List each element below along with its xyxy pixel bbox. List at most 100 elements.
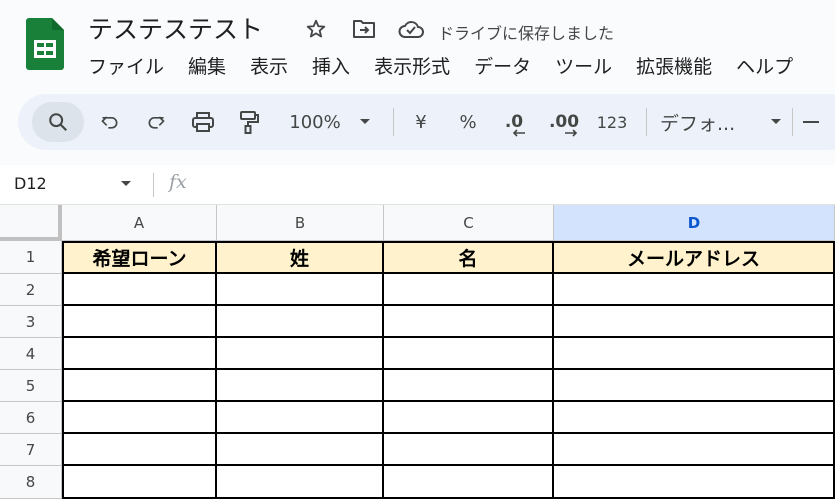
currency-label: ¥	[415, 111, 427, 133]
formula-bar: D12 fx	[0, 165, 835, 205]
row-header-7[interactable]: 7	[0, 434, 62, 466]
table-cell[interactable]	[554, 274, 835, 306]
table-cell[interactable]	[62, 434, 217, 466]
table-cell[interactable]	[554, 370, 835, 402]
table-cell[interactable]	[384, 274, 554, 306]
zoom-value: 100%	[289, 111, 341, 133]
chevron-down-icon	[359, 119, 370, 124]
undo-icon	[101, 116, 118, 129]
print-button[interactable]	[186, 102, 220, 142]
arrow-right-icon	[565, 129, 578, 137]
menu-tools[interactable]: ツール	[555, 52, 612, 80]
decrease-font-size-button[interactable]	[798, 102, 824, 142]
column-header-d[interactable]: D	[554, 205, 835, 241]
cell-d1[interactable]: メールアドレス	[554, 241, 835, 274]
chevron-down-icon	[771, 119, 781, 124]
move-folder-icon[interactable]	[351, 16, 377, 42]
increase-decimal-button[interactable]: .00	[544, 102, 584, 142]
table-cell[interactable]	[62, 338, 217, 370]
table-cell[interactable]	[217, 338, 384, 370]
font-name: デフォ...	[660, 112, 736, 135]
percent-label: %	[459, 111, 477, 133]
star-icon[interactable]	[303, 16, 329, 42]
table-cell[interactable]	[62, 274, 217, 306]
row-header-8[interactable]: 8	[0, 466, 62, 499]
row-header-3[interactable]: 3	[0, 306, 62, 338]
sheets-logo-icon[interactable]	[26, 18, 64, 70]
column-header-a[interactable]: A	[62, 205, 217, 241]
spreadsheet-grid: A B C D 1 2 3 4 5 6 7 8 希望ローン 姓 名 メールアドレ…	[0, 205, 835, 499]
chevron-down-icon[interactable]	[120, 180, 132, 188]
undo-button[interactable]	[94, 102, 126, 142]
menu-help[interactable]: ヘルプ	[736, 52, 793, 80]
table-cell[interactable]	[217, 370, 384, 402]
menubar: ファイル 編集 表示 挿入 表示形式 データ ツール 拡張機能 ヘルプ	[88, 52, 817, 80]
paint-format-button[interactable]	[232, 102, 266, 142]
paint-format-icon	[240, 111, 259, 134]
table-cell[interactable]	[217, 274, 384, 306]
toolbar-divider	[792, 108, 793, 136]
table-cell[interactable]	[217, 466, 384, 499]
save-status: ドライブに保存しました	[438, 24, 615, 43]
table-cell[interactable]	[384, 466, 554, 499]
menu-data[interactable]: データ	[474, 52, 531, 80]
toolbar-divider	[393, 108, 394, 136]
fx-icon: fx	[169, 171, 187, 193]
table-cell[interactable]	[62, 402, 217, 434]
menu-view[interactable]: 表示	[250, 52, 288, 80]
toolbar-divider	[646, 108, 647, 136]
cell-b1[interactable]: 姓	[217, 241, 384, 274]
menu-extensions[interactable]: 拡張機能	[636, 52, 712, 80]
cloud-saved-icon[interactable]	[398, 16, 424, 42]
arrow-left-icon	[512, 129, 525, 137]
currency-format-button[interactable]: ¥	[406, 102, 436, 142]
table-cell[interactable]	[554, 466, 835, 499]
minus-icon	[803, 121, 819, 123]
row-header-6[interactable]: 6	[0, 402, 62, 434]
menu-file[interactable]: ファイル	[88, 52, 164, 80]
search-icon	[49, 113, 68, 132]
cell-c1[interactable]: 名	[384, 241, 554, 274]
table-cell[interactable]	[217, 434, 384, 466]
formula-divider	[153, 173, 154, 197]
decrease-decimal-button[interactable]: .0	[496, 102, 532, 142]
redo-button[interactable]	[140, 102, 172, 142]
print-icon	[192, 112, 214, 132]
table-cell[interactable]	[554, 402, 835, 434]
toolbar: 100% ¥ % .0 .00 123 デフォ...	[18, 94, 835, 150]
number-format-label: 123	[596, 112, 628, 132]
percent-format-button[interactable]: %	[453, 102, 483, 142]
redo-icon	[148, 116, 165, 129]
row-header-2[interactable]: 2	[0, 274, 62, 306]
menu-edit[interactable]: 編集	[188, 52, 226, 80]
table-cell[interactable]	[384, 434, 554, 466]
table-cell[interactable]	[217, 402, 384, 434]
zoom-select[interactable]: 100%	[280, 102, 380, 142]
table-cell[interactable]	[554, 306, 835, 338]
table-cell[interactable]	[384, 402, 554, 434]
column-header-c[interactable]: C	[384, 205, 554, 241]
table-cell[interactable]	[384, 306, 554, 338]
row-header-5[interactable]: 5	[0, 370, 62, 402]
sheets-app: テステステスト ドライブに保存しました ファイル 編集 表示 挿入 表示形式 デ…	[0, 0, 835, 499]
menu-format[interactable]: 表示形式	[374, 52, 450, 80]
table-cell[interactable]	[554, 338, 835, 370]
menu-insert[interactable]: 挿入	[312, 52, 350, 80]
table-cell[interactable]	[62, 466, 217, 499]
more-formats-button[interactable]: 123	[592, 102, 632, 142]
table-cell[interactable]	[384, 338, 554, 370]
search-menus-button[interactable]	[32, 102, 84, 142]
table-cell[interactable]	[554, 434, 835, 466]
select-all-corner[interactable]	[0, 205, 62, 241]
column-header-b[interactable]: B	[217, 205, 384, 241]
row-header-4[interactable]: 4	[0, 338, 62, 370]
cell-a1[interactable]: 希望ローン	[62, 241, 217, 274]
table-cell[interactable]	[384, 370, 554, 402]
table-cell[interactable]	[62, 306, 217, 338]
table-cell[interactable]	[62, 370, 217, 402]
font-select[interactable]: デフォ...	[660, 102, 782, 142]
table-cell[interactable]	[217, 306, 384, 338]
document-title[interactable]: テステステスト	[88, 10, 263, 46]
name-box[interactable]: D12	[14, 174, 47, 193]
row-header-1[interactable]: 1	[0, 241, 62, 274]
